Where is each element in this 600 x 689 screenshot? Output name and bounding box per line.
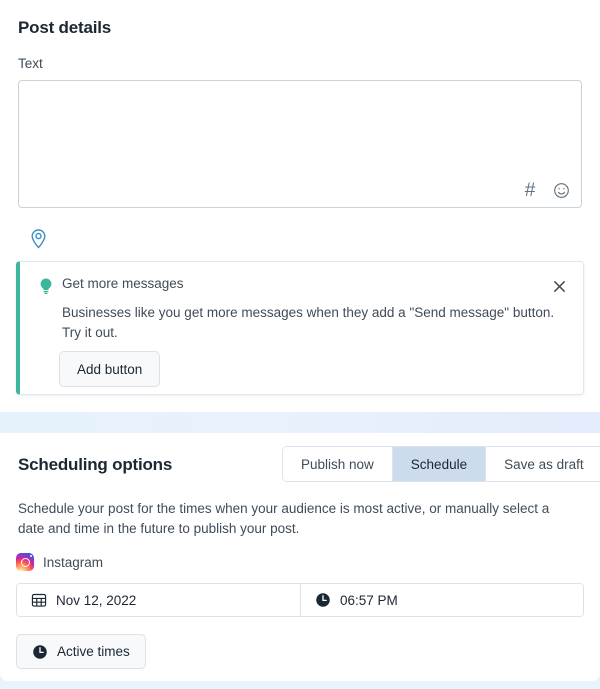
post-text-editor[interactable]: # bbox=[18, 80, 582, 208]
time-value: 06:57 PM bbox=[340, 592, 398, 608]
text-field-label: Text bbox=[18, 56, 43, 71]
post-composer-screen: Post details Text # Get more messages Bu… bbox=[0, 0, 600, 689]
tab-save-as-draft[interactable]: Save as draft bbox=[486, 447, 600, 481]
active-times-button[interactable]: Active times bbox=[16, 634, 146, 669]
tip-banner: Get more messages Businesses like you ge… bbox=[16, 261, 584, 395]
date-value: Nov 12, 2022 bbox=[56, 592, 137, 608]
network-row: Instagram bbox=[16, 553, 103, 571]
hashtag-icon[interactable]: # bbox=[519, 179, 541, 201]
tab-publish-now[interactable]: Publish now bbox=[283, 447, 393, 481]
post-details-panel: Post details Text # Get more messages Bu… bbox=[0, 0, 600, 412]
scheduling-options-panel: Scheduling options Publish now Schedule … bbox=[0, 433, 600, 681]
post-text-input[interactable] bbox=[19, 81, 581, 207]
date-field[interactable]: Nov 12, 2022 bbox=[17, 584, 300, 616]
clock-icon bbox=[315, 592, 331, 608]
instagram-icon bbox=[16, 553, 34, 571]
datetime-row: Nov 12, 2022 06:57 PM bbox=[16, 583, 584, 617]
calendar-icon bbox=[31, 592, 47, 608]
scheduling-title: Scheduling options bbox=[18, 455, 173, 474]
clock-icon bbox=[32, 644, 48, 660]
close-icon[interactable] bbox=[547, 274, 571, 298]
scheduling-description: Schedule your post for the times when yo… bbox=[18, 501, 550, 536]
active-times-label: Active times bbox=[57, 644, 130, 659]
network-label: Instagram bbox=[43, 554, 104, 570]
time-field[interactable]: 06:57 PM bbox=[300, 584, 583, 616]
editor-toolbar: # bbox=[519, 179, 572, 201]
page-title: Post details bbox=[18, 18, 112, 37]
location-pin-icon[interactable] bbox=[26, 226, 50, 250]
add-button[interactable]: Add button bbox=[59, 351, 161, 387]
tip-body: Businesses like you get more messages wh… bbox=[62, 305, 555, 340]
tab-schedule[interactable]: Schedule bbox=[392, 447, 487, 481]
tip-title: Get more messages bbox=[62, 276, 184, 291]
scheduling-mode-segmented-control[interactable]: Publish now Schedule Save as draft bbox=[282, 446, 600, 482]
section-divider bbox=[0, 412, 600, 433]
emoji-icon[interactable] bbox=[550, 179, 572, 201]
lightbulb-icon bbox=[37, 277, 55, 295]
